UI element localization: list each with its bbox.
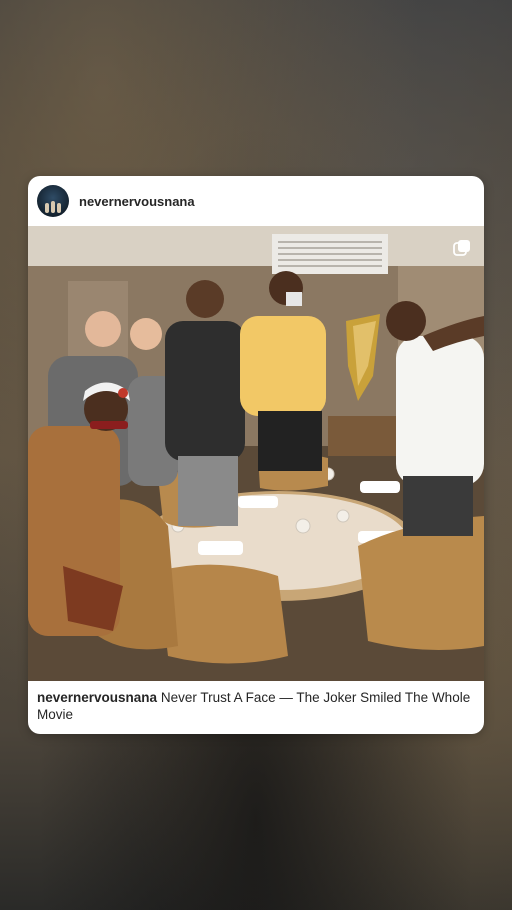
avatar-figure [51,201,55,213]
avatar-figure [57,203,61,213]
post-caption: nevernervousnana Never Trust A Face — Th… [37,689,473,723]
caption-username[interactable]: nevernervousnana [37,690,157,705]
post-header: nevernervousnana [28,176,484,226]
post-photo [28,226,484,681]
photo-illustration [28,226,484,681]
avatar-figure [45,203,49,213]
story-post-card[interactable]: nevernervousnana nevernervousnana Never … [28,176,484,734]
copy-icon[interactable] [452,238,472,258]
post-username[interactable]: nevernervousnana [79,194,195,209]
avatar[interactable] [37,185,69,217]
